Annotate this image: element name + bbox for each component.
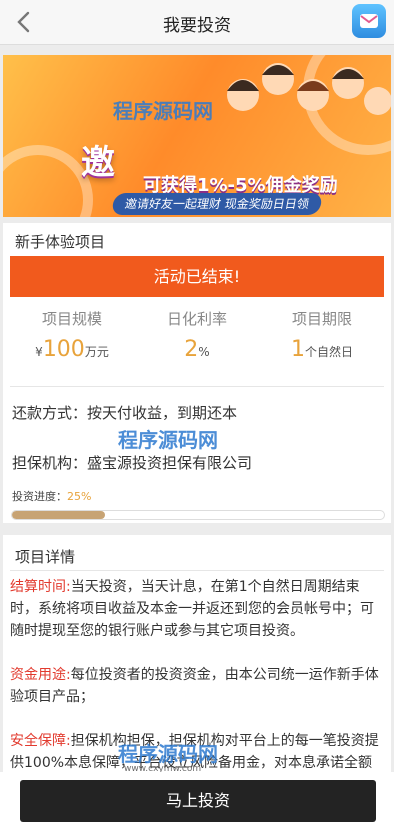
banner-people-illustration	[227, 63, 391, 115]
stat-value: 2	[184, 337, 199, 362]
banner-headline: 邀	[81, 143, 115, 183]
promo-banner[interactable]: 邀 可获得1%-5%佣金奖励 邀请好友一起理财 现金奖励日日领 程序源码网	[3, 55, 391, 217]
guarantor-value: 盛宝源投资担保有限公司	[87, 454, 253, 472]
progress-label-text: 投资进度：	[12, 490, 67, 503]
detail-item: 结算时间:当天投资，当天计息，在第1个自然日周期结束时，系统将项目收益及本金一并…	[10, 576, 382, 642]
banner-decoration	[3, 145, 93, 217]
stat-label: 项目规模	[41, 310, 102, 328]
stat-label: 日化利率	[166, 310, 227, 328]
stat-label: 项目期限	[291, 310, 352, 328]
message-icon[interactable]	[352, 4, 386, 38]
top-bar: 我要投资	[0, 0, 394, 45]
guarantor-label: 担保机构：	[12, 454, 88, 472]
stat-value: 100	[42, 337, 85, 362]
stat-prefix: ¥	[35, 345, 43, 359]
repayment-label: 还款方式：	[12, 404, 88, 422]
detail-title: 安全保障:	[10, 733, 71, 749]
divider	[10, 386, 384, 387]
stat-unit: %	[198, 345, 210, 359]
details-section-title: 项目详情	[15, 548, 76, 566]
watermark: 程序源码网	[113, 99, 213, 123]
detail-title: 资金用途:	[10, 667, 71, 683]
detail-item: 资金用途:每位投资者的投资资金，由本公司统一运作新手体验项目产品；	[10, 664, 382, 708]
watermark: 程序源码网	[118, 428, 218, 452]
stat-unit: 万元	[84, 345, 109, 359]
repayment-value: 按天付收益，到期还本	[87, 404, 238, 422]
stat-unit: 个自然日	[304, 345, 353, 359]
project-stats: 项目规模 ¥100万元 日化利率 2% 项目期限 1个自然日	[10, 308, 384, 378]
progress-fill	[12, 511, 105, 519]
stat-value: 1	[290, 337, 305, 362]
repayment-row: 还款方式：按天付收益，到期还本	[12, 402, 237, 423]
watermark: 程序源码网	[118, 742, 218, 766]
guarantor-row: 担保机构：盛宝源投资担保有限公司	[12, 452, 252, 473]
stat-term: 项目期限 1个自然日	[260, 308, 384, 362]
progress-bar	[11, 510, 385, 520]
stat-scale: 项目规模 ¥100万元	[10, 308, 134, 362]
project-section-title: 新手体验项目	[15, 233, 106, 251]
divider	[10, 570, 384, 571]
progress-label: 投资进度：25%	[12, 488, 91, 504]
detail-title: 结算时间:	[10, 579, 71, 595]
stat-rate: 日化利率 2%	[135, 308, 259, 362]
banner-pill: 邀请好友一起理财 现金奖励日日领	[111, 193, 323, 215]
invest-now-button[interactable]: 马上投资	[20, 780, 376, 822]
status-banner: 活动已结束!	[10, 256, 384, 297]
page-title: 我要投资	[163, 16, 231, 36]
bottom-bar: 马上投资	[0, 772, 394, 828]
progress-value: 25%	[67, 490, 92, 503]
